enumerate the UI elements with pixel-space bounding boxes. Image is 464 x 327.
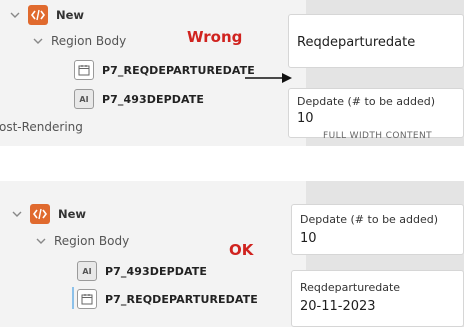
tree-node-region-label: Region Body bbox=[51, 34, 127, 48]
tree-item-label: P7_493DEPDATE bbox=[102, 92, 204, 106]
field-depdate-preview[interactable]: Depdate (# to be added) 10 bbox=[291, 204, 464, 255]
field-reqdeparturedate-preview[interactable]: Reqdeparturedate 20-11-2023 bbox=[291, 270, 464, 327]
tree-item-493depdate[interactable]: AI P7_493DEPDATE bbox=[74, 89, 204, 109]
text-field-icon: AI bbox=[77, 261, 97, 281]
tree-node-new[interactable]: New bbox=[10, 5, 84, 25]
field-value: 20-11-2023 bbox=[300, 299, 376, 314]
tree-item-reqdeparturedate[interactable]: P7_REQDEPARTUREDATE bbox=[74, 60, 255, 80]
code-brackets-icon bbox=[28, 5, 48, 25]
field-label: Depdate (# to be added) bbox=[297, 95, 436, 108]
calendar-icon bbox=[77, 289, 97, 309]
field-label: Reqdeparturedate bbox=[300, 281, 401, 294]
tree-node-post-rendering-label: ost-Rendering bbox=[0, 120, 83, 134]
full-width-content-label: FULL WIDTH CONTENT bbox=[323, 131, 432, 141]
tree-node-region-body[interactable]: Region Body bbox=[36, 234, 129, 248]
tree-item-label: P7_REQDEPARTUREDATE bbox=[102, 63, 255, 77]
field-value: 10 bbox=[297, 111, 314, 126]
field-reqdeparturedate-preview[interactable]: Reqdeparturedate bbox=[288, 14, 464, 68]
field-value: 10 bbox=[300, 231, 317, 246]
tree-node-new[interactable]: New bbox=[12, 204, 86, 224]
calendar-icon bbox=[74, 60, 94, 80]
tree-item-label: P7_493DEPDATE bbox=[105, 264, 207, 278]
chevron-down-icon[interactable] bbox=[36, 236, 46, 246]
field-value: Reqdeparturedate bbox=[297, 35, 416, 50]
bottom-panel: New Region Body AI P7_493DEPDATE P7_REQD… bbox=[0, 181, 464, 327]
top-panel: New Region Body P7_REQDEPARTUREDATE AI P… bbox=[0, 0, 464, 146]
arrow-right-icon bbox=[245, 73, 292, 83]
tree-item-label: P7_REQDEPARTUREDATE bbox=[105, 292, 258, 306]
field-label: Depdate (# to be added) bbox=[300, 213, 439, 226]
tree-node-region-label: Region Body bbox=[54, 234, 130, 248]
verdict-ok: OK bbox=[229, 241, 254, 259]
tree-item-493depdate[interactable]: AI P7_493DEPDATE bbox=[77, 261, 207, 281]
tree-item-reqdeparturedate[interactable]: P7_REQDEPARTUREDATE bbox=[77, 289, 258, 309]
chevron-down-icon[interactable] bbox=[10, 10, 20, 20]
verdict-wrong: Wrong bbox=[187, 28, 243, 46]
tree-node-post-rendering[interactable]: ost-Rendering bbox=[0, 120, 83, 134]
chevron-down-icon[interactable] bbox=[33, 36, 43, 46]
tree-node-region-body[interactable]: Region Body bbox=[33, 34, 126, 48]
selection-indicator bbox=[72, 287, 74, 309]
code-brackets-icon bbox=[30, 204, 50, 224]
chevron-down-icon[interactable] bbox=[12, 209, 22, 219]
tree-node-new-label: New bbox=[56, 8, 85, 22]
tree-node-new-label: New bbox=[58, 207, 87, 221]
text-field-icon: AI bbox=[74, 89, 94, 109]
